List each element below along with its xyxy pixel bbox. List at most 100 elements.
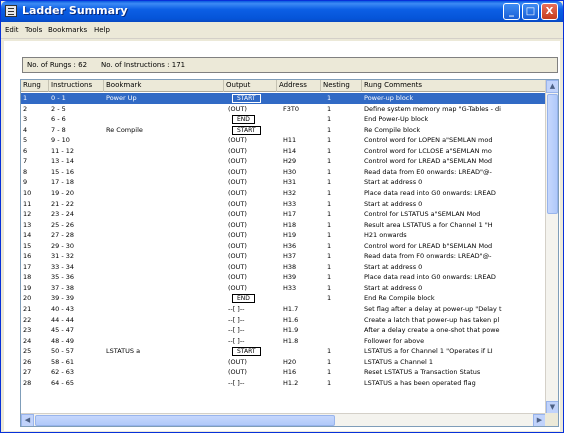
cell-address: H31 bbox=[283, 178, 297, 187]
cell-address: H30 bbox=[283, 167, 297, 176]
cell-address: H1.7 bbox=[283, 305, 299, 313]
cell-rung: 6 bbox=[23, 146, 28, 155]
cell-comment: Result area LSTATUS a for Channel 1 "H bbox=[364, 220, 493, 229]
cell-instructions: 23 - 24 bbox=[51, 210, 75, 219]
table-row[interactable]: 1 0 - 1 Power Up START 1 Power-up block bbox=[21, 93, 546, 104]
cell-output: START bbox=[224, 346, 277, 357]
ladder-table[interactable]: Rung Instructions Bookmark Output Addres… bbox=[20, 79, 559, 427]
cell-comment: End Re Compile block bbox=[364, 294, 435, 303]
cell-instructions: 33 - 34 bbox=[51, 262, 75, 271]
col-header-address[interactable]: Address bbox=[277, 80, 321, 92]
col-header-rung[interactable]: Rung bbox=[21, 80, 49, 92]
cell-nesting: 1 bbox=[327, 146, 332, 155]
scroll-left-icon[interactable]: ◀ bbox=[21, 414, 34, 426]
cell-comment: Read data from F0 onwards: LREAD"@- bbox=[364, 252, 492, 261]
cell-nesting: 1 bbox=[327, 262, 332, 271]
output-block-label: START bbox=[232, 94, 261, 103]
cell-address: H11 bbox=[283, 136, 297, 145]
table-row[interactable]: 17 33 - 34 (OUT) H38 1 Start at address 0 bbox=[21, 262, 546, 273]
horizontal-scrollbar[interactable]: ◀ ▶ bbox=[21, 413, 546, 426]
table-row[interactable]: 26 58 - 61 (OUT) H20 1 LSTATUS a Channel 1 bbox=[21, 357, 546, 368]
col-header-nesting[interactable]: Nesting bbox=[321, 80, 362, 92]
cell-bookmark bbox=[104, 378, 224, 389]
cell-instructions: 40 - 43 bbox=[51, 305, 75, 313]
table-row[interactable]: 14 27 - 28 (OUT) H19 1 H21 onwards bbox=[21, 230, 546, 241]
table-row[interactable]: 2 2 - 5 (OUT) F3T0 1 Define system memory map… bbox=[21, 104, 546, 115]
table-row[interactable]: 9 17 - 18 (OUT) H31 1 Start at address 0 bbox=[21, 177, 546, 188]
cell-output: --[ ]-- bbox=[224, 304, 277, 315]
col-header-bookmark[interactable]: Bookmark bbox=[104, 80, 224, 92]
output-coil-label: (OUT) bbox=[228, 262, 247, 271]
table-row[interactable]: 3 6 - 6 END 1 End Power-Up block bbox=[21, 114, 546, 125]
vertical-scroll-thumb[interactable] bbox=[547, 94, 558, 214]
table-row[interactable]: 12 23 - 24 (OUT) H17 1 Control for LSTATUS a"… bbox=[21, 209, 546, 220]
cell-nesting: 1 bbox=[327, 199, 332, 208]
menu-edit[interactable]: Edit bbox=[5, 26, 19, 34]
scroll-up-icon[interactable]: ▲ bbox=[546, 80, 558, 93]
minimize-button[interactable]: _ bbox=[503, 3, 520, 20]
cell-nesting bbox=[321, 325, 362, 336]
window-title: Ladder Summary bbox=[22, 4, 128, 17]
menu-bookmarks[interactable]: Bookmarks bbox=[48, 26, 87, 34]
table-row[interactable]: 13 25 - 26 (OUT) H18 1 Result area LSTATUS a … bbox=[21, 220, 546, 231]
table-row[interactable]: 10 19 - 20 (OUT) H32 1 Place data read into G… bbox=[21, 188, 546, 199]
maximize-button[interactable]: □ bbox=[522, 3, 539, 20]
table-row[interactable]: 8 15 - 16 (OUT) H30 1 Read data from E0 onwar… bbox=[21, 167, 546, 178]
table-row[interactable]: 6 11 - 12 (OUT) H14 1 Control word for LCLOSE… bbox=[21, 146, 546, 157]
output-coil-label: (OUT) bbox=[228, 136, 247, 145]
table-row[interactable]: 18 35 - 36 (OUT) H39 1 Place data read into G… bbox=[21, 272, 546, 283]
cell-rung: 17 bbox=[23, 262, 32, 271]
table-row[interactable]: 4 7 - 8 Re Compile START 1 Re Compile block bbox=[21, 125, 546, 136]
cell-nesting: 1 bbox=[327, 294, 332, 303]
cell-output: (OUT) bbox=[224, 283, 277, 294]
cell-address: H39 bbox=[283, 273, 297, 282]
cell-nesting: 1 bbox=[327, 210, 332, 219]
table-row[interactable]: 22 44 - 44 --[ ]-- H1.6 Create a latch that … bbox=[21, 315, 546, 326]
cell-comment: Set flag after a delay at power-up "Dela… bbox=[364, 305, 502, 313]
cell-instructions: 11 - 12 bbox=[51, 146, 75, 155]
col-header-rung-comments[interactable]: Rung Comments bbox=[362, 80, 546, 92]
table-row[interactable]: 25 50 - 57 LSTATUS a START 1 LSTATUS a for Ch… bbox=[21, 346, 546, 357]
table-row[interactable]: 27 62 - 63 (OUT) H16 1 Reset LSTATUS a Transa… bbox=[21, 367, 546, 378]
cell-nesting: 1 bbox=[327, 368, 332, 377]
table-row[interactable]: 7 13 - 14 (OUT) H29 1 Control word for LREAD … bbox=[21, 156, 546, 167]
table-row[interactable]: 24 48 - 49 --[ ]-- H1.8 Follower for above bbox=[21, 336, 546, 347]
cell-bookmark bbox=[104, 241, 224, 252]
table-row[interactable]: 5 9 - 10 (OUT) H11 1 Control word for LOPEN a… bbox=[21, 135, 546, 146]
table-row[interactable]: 19 37 - 38 (OUT) H33 1 Start at address 0 bbox=[21, 283, 546, 294]
cell-output: START bbox=[224, 93, 277, 104]
horizontal-scroll-thumb[interactable] bbox=[35, 415, 335, 426]
vertical-scrollbar[interactable]: ▲ ▼ bbox=[545, 80, 558, 414]
table-row[interactable]: 23 45 - 47 --[ ]-- H1.9 After a delay create… bbox=[21, 325, 546, 336]
cell-bookmark bbox=[104, 325, 224, 336]
table-row[interactable]: 15 29 - 30 (OUT) H36 1 Control word for LREAD… bbox=[21, 241, 546, 252]
cell-address: H19 bbox=[283, 231, 297, 240]
cell-address bbox=[277, 293, 321, 304]
rung-count: No. of Rungs : 62 bbox=[27, 61, 88, 69]
cell-instructions: 45 - 47 bbox=[51, 326, 75, 335]
cell-bookmark bbox=[104, 336, 224, 347]
col-header-instructions[interactable]: Instructions bbox=[49, 80, 104, 92]
cell-rung: 25 bbox=[23, 347, 32, 356]
cell-comment: Read data from E0 onwards: LREAD"@- bbox=[364, 167, 492, 176]
menu-help[interactable]: Help bbox=[94, 26, 110, 34]
title-bar[interactable]: Ladder Summary _ □ X bbox=[1, 1, 563, 22]
cell-instructions: 62 - 63 bbox=[51, 368, 75, 377]
table-row[interactable]: 20 39 - 39 END 1 End Re Compile block bbox=[21, 293, 546, 304]
output-coil-label: (OUT) bbox=[228, 273, 247, 282]
cell-rung: 13 bbox=[23, 220, 32, 229]
instruction-count: No. of Instructions : 171 bbox=[101, 61, 186, 69]
table-row[interactable]: 16 31 - 32 (OUT) H37 1 Read data from F0 onwa… bbox=[21, 251, 546, 262]
col-header-output[interactable]: Output bbox=[224, 80, 277, 92]
table-row[interactable]: 21 40 - 43 --[ ]-- H1.7 Set flag after a del… bbox=[21, 304, 546, 315]
table-row[interactable]: 28 64 - 65 --[ ]-- H1.2 1 LSTATUS a has been … bbox=[21, 378, 546, 389]
menu-tools[interactable]: Tools bbox=[25, 26, 42, 34]
ladder-summary-window: Ladder Summary _ □ X Edit Tools Bookmark… bbox=[0, 0, 564, 433]
menu-bar: Edit Tools Bookmarks Help bbox=[1, 22, 563, 39]
table-row[interactable]: 11 21 - 22 (OUT) H33 1 Start at address 0 bbox=[21, 199, 546, 210]
cell-comment: Control word for LOPEN a"SEMLAN mod bbox=[364, 136, 493, 145]
cell-address: H1.8 bbox=[283, 336, 299, 345]
output-coil-label: (OUT) bbox=[228, 220, 247, 229]
close-button[interactable]: X bbox=[541, 3, 558, 20]
cell-rung: 5 bbox=[23, 136, 28, 145]
